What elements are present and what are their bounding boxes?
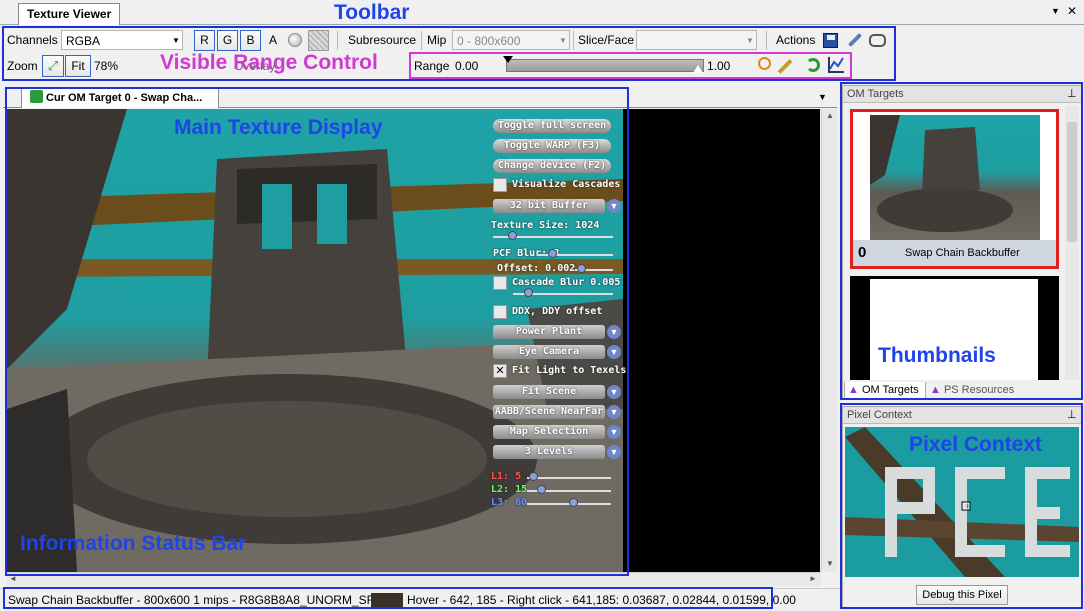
document-dropdown-icon[interactable]: ▼: [818, 92, 827, 102]
toolbar-annotation-label: Toolbar: [334, 1, 410, 24]
scroll-down-icon[interactable]: ▼: [826, 559, 834, 568]
range-annotation-box: [409, 52, 852, 79]
window-menu-icon[interactable]: ▼: [1051, 6, 1060, 16]
range-annotation-label: Visible Range Control: [160, 51, 378, 74]
scroll-right-icon[interactable]: ►: [809, 574, 817, 583]
title-tab-strip: Texture Viewer ▼ ✕: [0, 0, 1084, 25]
main-display-annotation-box: [5, 87, 629, 576]
pixel-context-annotation-label: Pixel Context: [909, 433, 1043, 456]
status-annotation-box: [3, 587, 773, 609]
thumbnails-annotation-label: Thumbnails: [878, 344, 996, 367]
scroll-up-icon[interactable]: ▲: [826, 111, 834, 120]
vertical-scrollbar[interactable]: ▲ ▼: [821, 109, 837, 572]
close-icon[interactable]: ✕: [1067, 4, 1077, 18]
status-annotation-label: Information Status Bar: [20, 532, 247, 555]
main-display-annotation-label: Main Texture Display: [174, 116, 383, 139]
texture-viewer-tab[interactable]: Texture Viewer: [18, 3, 120, 25]
texture-viewer-tab-label: Texture Viewer: [27, 7, 112, 21]
